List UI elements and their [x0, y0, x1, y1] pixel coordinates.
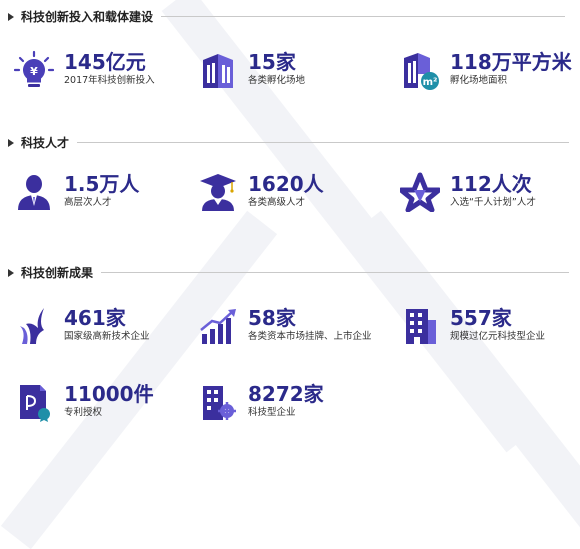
stat-label: 2017年科技创新投入: [64, 75, 155, 86]
building-area-icon: m²: [404, 53, 439, 90]
stat-value: 112人次: [450, 172, 532, 196]
stat-high-level-talent: 1.5万人 高层次人才: [14, 172, 139, 212]
section-arrow-icon: [8, 268, 14, 277]
patent-certificate-icon: [20, 385, 50, 422]
svg-text:¥: ¥: [30, 65, 38, 78]
stat-thousand-talents: 112人次 入选“千人计划”人才: [400, 172, 536, 212]
stat-investment: ¥ 145亿元 2017年科技创新投入: [14, 50, 155, 90]
stat-label: 规模过亿元科技型企业: [450, 331, 546, 342]
section-header-investment: 科技创新投入和载体建设: [8, 8, 566, 25]
graduate-icon: [200, 174, 236, 211]
stat-billion-enterprises: 557家 规模过亿元科技型企业: [400, 306, 545, 346]
stat-incubators: 15家 各类孵化场地: [198, 50, 305, 90]
stat-tech-enterprises: 8272家 科技型企业: [198, 382, 324, 422]
stat-hightech-enterprises: 461家 国家级高新技术企业: [14, 306, 150, 346]
stat-value: 11000件: [64, 382, 154, 406]
section-divider: [77, 142, 570, 143]
section-title: 科技人才: [21, 136, 70, 150]
wing-emblem-icon: [20, 308, 44, 344]
section-arrow-icon: [8, 12, 14, 21]
stat-label: 科技型企业: [248, 407, 296, 418]
section-arrow-icon: [8, 138, 14, 147]
growth-chart-icon: [200, 309, 236, 344]
section-header-achievements: 科技创新成果: [8, 264, 570, 281]
stat-label: 入选“千人计划”人才: [450, 197, 536, 208]
svg-text:m²: m²: [423, 77, 438, 88]
section-title: 科技创新投入和载体建设: [21, 10, 154, 24]
stat-label: 各类资本市场挂牌、上市企业: [248, 331, 372, 342]
buildings-icon: [203, 54, 233, 88]
stat-value: 1.5万人: [64, 172, 140, 196]
stat-value: 145亿元: [64, 50, 146, 74]
person-suit-icon: [18, 175, 50, 210]
stat-value: 8272家: [248, 382, 324, 406]
stat-value: 557家: [450, 306, 512, 330]
stat-value: 15家: [248, 50, 296, 74]
stat-label: 国家级高新技术企业: [64, 331, 150, 342]
stat-label: 专利授权: [64, 407, 103, 418]
office-building-icon: [406, 309, 436, 344]
stat-value: 461家: [64, 306, 126, 330]
star-emblem-icon: [400, 172, 440, 212]
stat-listed-enterprises: 58家 各类资本市场挂牌、上市企业: [198, 306, 372, 346]
stat-label: 各类高级人才: [248, 197, 306, 208]
stat-patents: 11000件 专利授权: [14, 382, 154, 422]
stat-incubator-area: m² 118万平方米 孵化场地面积: [400, 50, 572, 90]
lightbulb-yen-icon: ¥: [14, 50, 54, 87]
stat-label: 孵化场地面积: [450, 75, 508, 86]
background-stripe: [350, 210, 580, 549]
stat-value: 58家: [248, 306, 296, 330]
section-divider: [161, 16, 566, 17]
tech-company-icon: [203, 386, 236, 420]
background-stripe: [0, 210, 278, 549]
stat-value: 118万平方米: [450, 50, 572, 74]
section-title: 科技创新成果: [21, 266, 94, 280]
section-header-talent: 科技人才: [8, 134, 570, 151]
stat-senior-talent: 1620人 各类高级人才: [198, 172, 324, 212]
section-divider: [101, 272, 570, 273]
stat-value: 1620人: [248, 172, 324, 196]
stat-label: 高层次人才: [64, 197, 112, 208]
stat-label: 各类孵化场地: [248, 75, 306, 86]
